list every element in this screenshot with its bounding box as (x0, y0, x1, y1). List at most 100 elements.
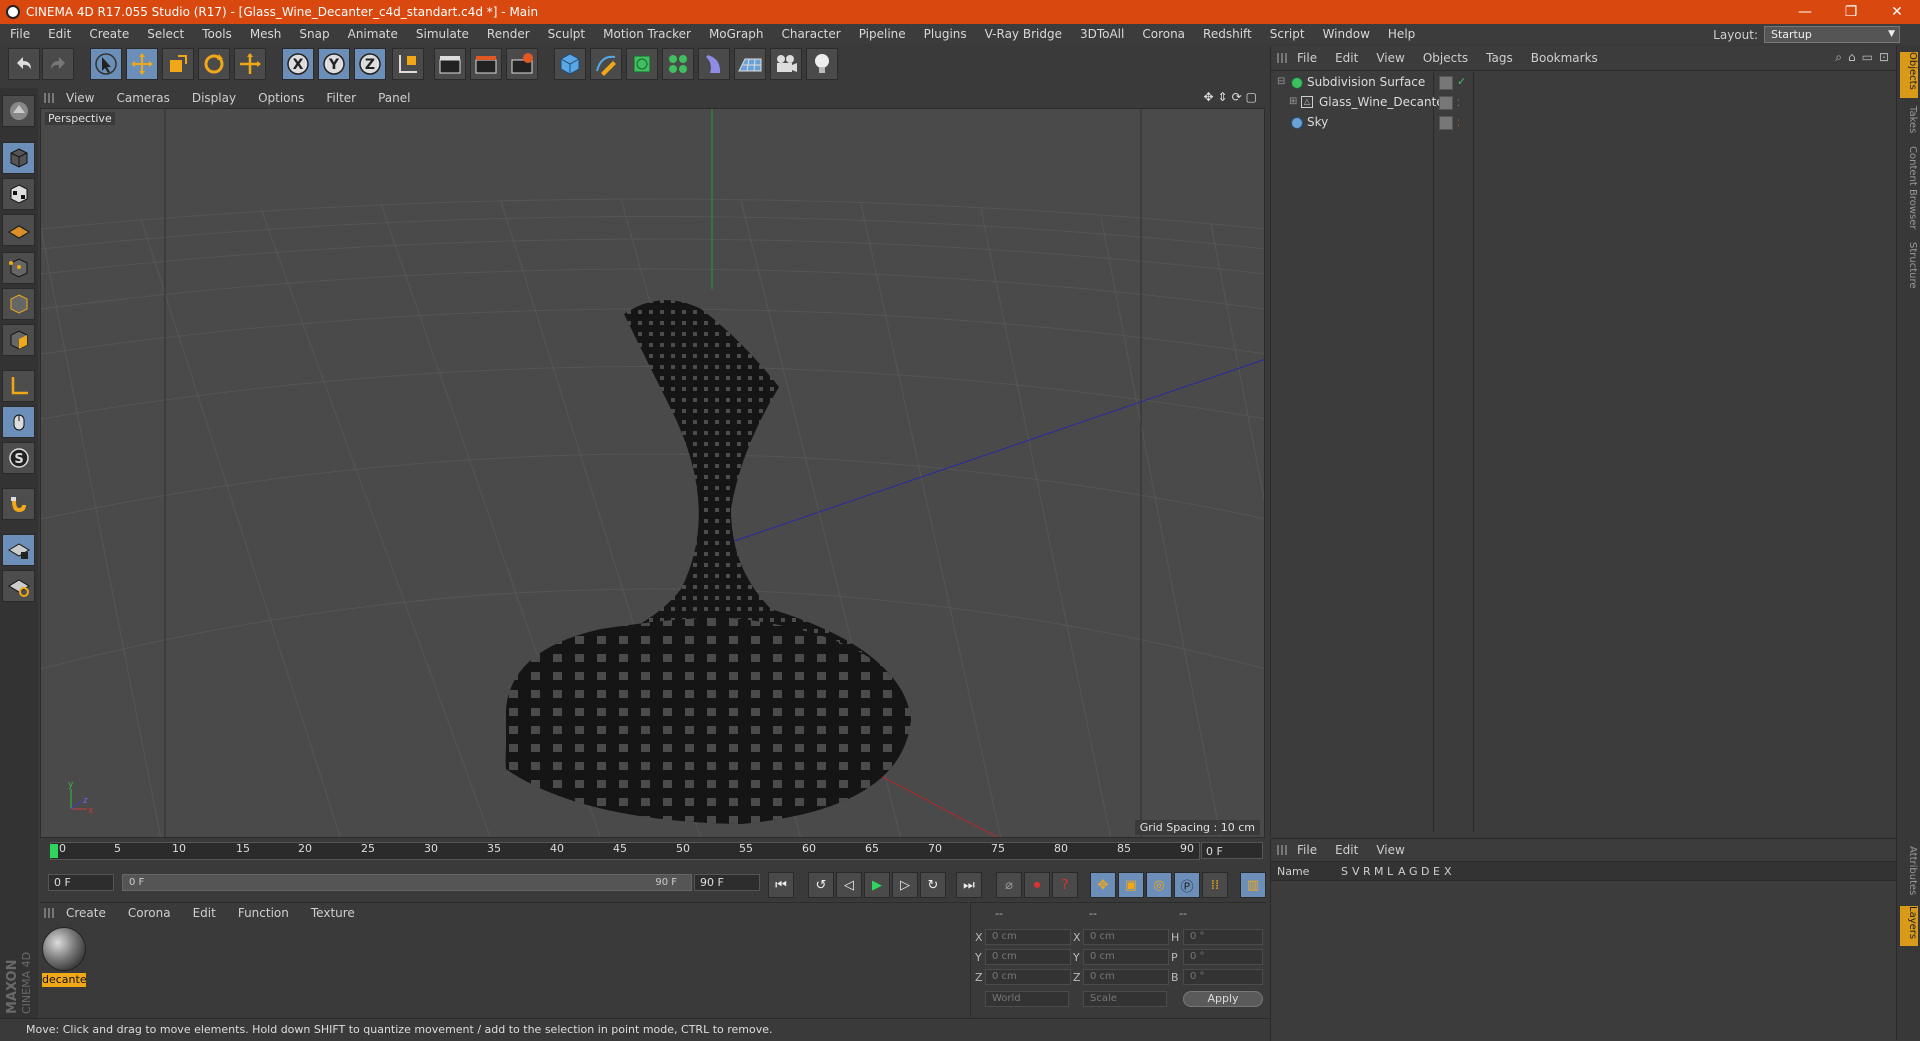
camera-object-button[interactable] (770, 48, 802, 80)
subdivision-surface-button[interactable] (626, 48, 658, 80)
menu-select[interactable]: Select (137, 27, 192, 41)
minimize-panel-icon[interactable]: ▭ (1862, 50, 1873, 65)
close-button[interactable]: ✕ (1874, 0, 1920, 24)
current-frame-field[interactable]: 0 F (1201, 842, 1263, 859)
coordinate-space-dropdown[interactable]: World (985, 991, 1069, 1007)
visibility-dots-icon[interactable]: ⁚ (1457, 114, 1460, 134)
menu-help[interactable]: Help (1378, 27, 1423, 41)
size-mode-dropdown[interactable]: Scale (1083, 991, 1167, 1007)
object-row-sky[interactable]: Sky ⁚ (1271, 112, 1891, 132)
material-menu-edit[interactable]: Edit (181, 906, 226, 920)
restore-button[interactable]: ❐ (1828, 0, 1874, 24)
menu-corona[interactable]: Corona (1132, 27, 1193, 41)
workplane-mode-button[interactable] (2, 214, 35, 246)
rotation-p-field[interactable]: 0 ° (1183, 949, 1263, 965)
scale-tool-button[interactable] (162, 48, 194, 80)
menu-character[interactable]: Character (771, 27, 848, 41)
viewport-menu-filter[interactable]: Filter (314, 91, 366, 105)
menu-sculpt[interactable]: Sculpt (538, 27, 593, 41)
apply-button[interactable]: Apply (1183, 991, 1263, 1007)
size-x-field[interactable]: 0 cm (1083, 929, 1169, 945)
perspective-viewport[interactable]: y x z Perspective Grid Spacing : 10 cm (40, 108, 1265, 838)
make-editable-button[interactable] (2, 95, 35, 127)
menu-vray-bridge[interactable]: V-Ray Bridge (975, 27, 1070, 41)
layer-tag-icon[interactable] (1439, 116, 1453, 130)
floor-object-button[interactable] (734, 48, 766, 80)
viewport-rotate-icon[interactable]: ⟳ (1232, 90, 1242, 104)
rotation-b-field[interactable]: 0 ° (1183, 969, 1263, 985)
viewport-menu-cameras[interactable]: Cameras (104, 91, 179, 105)
home-icon[interactable]: ⌂ (1848, 50, 1856, 65)
menu-redshift[interactable]: Redshift (1193, 27, 1260, 41)
menu-tools[interactable]: Tools (192, 27, 240, 41)
minimize-button[interactable]: — (1782, 0, 1828, 24)
cube-object-button[interactable] (554, 48, 586, 80)
snapping-button[interactable] (2, 488, 35, 520)
rotate-tool-button[interactable] (198, 48, 230, 80)
layers-menu-view[interactable]: View (1366, 843, 1412, 857)
collapse-icon[interactable]: ⊟ (1277, 72, 1285, 92)
menu-mograph[interactable]: MoGraph (699, 27, 772, 41)
previous-frame-button[interactable]: ◁ (836, 872, 862, 898)
end-frame-field[interactable]: 90 F (694, 874, 760, 891)
menu-pipeline[interactable]: Pipeline (849, 27, 914, 41)
go-to-start-button[interactable]: ⏮ (768, 872, 794, 898)
x-axis-lock-button[interactable]: X (282, 48, 314, 80)
visibility-dots-icon[interactable]: ⁚ (1457, 94, 1460, 114)
render-settings-button[interactable] (506, 48, 538, 80)
move-tool-button[interactable] (126, 48, 158, 80)
play-button[interactable]: ▶ (864, 872, 890, 898)
frame-range-slider[interactable]: 0 F 90 F (122, 874, 692, 891)
size-z-field[interactable]: 0 cm (1083, 969, 1169, 985)
material-name-label[interactable]: decante (42, 973, 86, 987)
solo-mode-button[interactable]: S (2, 442, 35, 474)
enabled-check-icon[interactable]: ✓ (1457, 72, 1466, 92)
start-frame-field[interactable]: 0 F (48, 874, 114, 891)
layer-tag-icon[interactable] (1439, 96, 1453, 110)
viewport-maximize-icon[interactable]: ▢ (1246, 90, 1257, 104)
column-header[interactable]: S (1341, 865, 1352, 878)
position-y-field[interactable]: 0 cm (985, 949, 1071, 965)
objects-menu-tags[interactable]: Tags (1476, 51, 1521, 65)
column-header[interactable]: L (1387, 865, 1398, 878)
column-header[interactable]: E (1433, 865, 1444, 878)
tab-takes[interactable]: Takes (1900, 106, 1918, 138)
z-axis-lock-button[interactable]: Z (354, 48, 386, 80)
tab-layers[interactable]: Layers (1900, 906, 1918, 946)
viewport-menu-display[interactable]: Display (180, 91, 246, 105)
objects-menu-bookmarks[interactable]: Bookmarks (1521, 51, 1606, 65)
maximize-panel-icon[interactable]: ⊡ (1879, 50, 1889, 65)
spline-pen-button[interactable] (590, 48, 622, 80)
render-view-button[interactable] (434, 48, 466, 80)
tab-structure[interactable]: Structure (1900, 242, 1918, 294)
tweak-mode-button[interactable] (2, 406, 35, 438)
tab-content-browser[interactable]: Content Browser (1900, 146, 1918, 234)
search-icon[interactable]: ⌕ (1835, 50, 1842, 65)
size-y-field[interactable]: 0 cm (1083, 949, 1169, 965)
planar-workplane-button[interactable] (2, 570, 35, 602)
key-position-button[interactable]: ✥ (1090, 872, 1116, 898)
menu-create[interactable]: Create (79, 27, 137, 41)
expand-icon[interactable]: ⊞ (1289, 92, 1297, 112)
render-picture-viewer-button[interactable] (470, 48, 502, 80)
layers-menu-edit[interactable]: Edit (1325, 843, 1366, 857)
menu-plugins[interactable]: Plugins (914, 27, 975, 41)
column-header[interactable]: X (1444, 865, 1455, 878)
column-header[interactable]: M (1374, 865, 1387, 878)
objects-menu-view[interactable]: View (1366, 51, 1412, 65)
viewport-menu-options[interactable]: Options (246, 91, 314, 105)
redo-button[interactable] (42, 48, 74, 80)
material-menu-corona[interactable]: Corona (116, 906, 181, 920)
autokey-button[interactable]: ? (1052, 872, 1078, 898)
model-mode-button[interactable] (2, 142, 35, 174)
column-header[interactable]: D (1421, 865, 1433, 878)
next-key-button[interactable]: ↻ (920, 872, 946, 898)
objects-menu-edit[interactable]: Edit (1325, 51, 1366, 65)
previous-key-button[interactable]: ↺ (808, 872, 834, 898)
objects-menu-objects[interactable]: Objects (1413, 51, 1476, 65)
key-rotation-button[interactable]: ◎ (1146, 872, 1172, 898)
timeline-window-button[interactable]: ▥ (1240, 872, 1266, 898)
objects-menu-file[interactable]: File (1287, 51, 1325, 65)
material-swatch[interactable]: decante (42, 927, 86, 987)
key-scale-button[interactable]: ▣ (1118, 872, 1144, 898)
